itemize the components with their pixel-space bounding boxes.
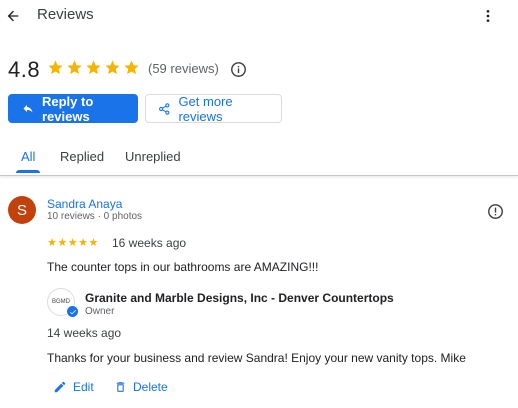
review-count: (59 reviews) <box>148 61 219 76</box>
tabs-divider <box>0 175 518 176</box>
report-flag-icon <box>487 203 503 219</box>
review-age: 16 weeks ago <box>112 236 187 250</box>
business-name: Granite and Marble Designs, Inc - Denver… <box>85 291 394 305</box>
get-more-reviews-button[interactable]: Get more reviews <box>145 93 282 124</box>
reply-to-reviews-label: Reply to reviews <box>41 93 94 124</box>
edit-label: Edit <box>73 380 94 394</box>
review-text: The counter tops in our bathrooms are AM… <box>47 260 319 274</box>
reply-to-reviews-button[interactable]: Reply to reviews <box>8 93 138 124</box>
verified-badge <box>66 305 79 318</box>
more-vert-icon <box>486 10 490 22</box>
arrow-back-icon <box>7 10 19 22</box>
tab-all[interactable]: All <box>21 149 35 164</box>
star-icon <box>67 60 82 75</box>
active-tab-indicator <box>16 170 40 173</box>
info-icon <box>230 61 246 77</box>
rating-stars <box>47 59 140 76</box>
star-icon <box>86 60 101 75</box>
owner-label: Owner <box>85 306 115 317</box>
reviewer-name[interactable]: Sandra Anaya <box>47 197 122 211</box>
reviewer-meta: 10 reviews · 0 photos <box>47 211 143 222</box>
delete-label: Delete <box>133 380 168 394</box>
pencil-icon <box>54 381 66 393</box>
business-logo-text: BGMD <box>52 299 70 305</box>
review-stars: ★★★★★ <box>47 237 99 249</box>
more-options-button[interactable] <box>478 5 498 27</box>
page-title: Reviews <box>37 6 94 23</box>
delete-reply-button[interactable]: Delete <box>114 380 168 394</box>
reviewer-avatar[interactable]: S <box>8 196 36 224</box>
tab-replied[interactable]: Replied <box>60 149 104 164</box>
check-icon <box>69 309 76 314</box>
report-review-button[interactable] <box>485 201 505 221</box>
get-more-reviews-label: Get more reviews <box>178 93 233 124</box>
tab-unreplied[interactable]: Unreplied <box>125 149 181 164</box>
star-icon <box>105 60 120 75</box>
back-button[interactable] <box>2 5 24 27</box>
edit-reply-button[interactable]: Edit <box>53 380 94 394</box>
rating-info-button[interactable] <box>229 60 247 78</box>
reply-icon <box>23 105 33 113</box>
share-icon <box>159 102 170 115</box>
average-rating: 4.8 <box>8 57 41 82</box>
trash-icon <box>116 382 125 392</box>
reply-text: Thanks for your business and review Sand… <box>47 351 466 365</box>
star-icon <box>124 60 139 75</box>
reply-age: 14 weeks ago <box>47 326 122 340</box>
star-icon <box>48 60 63 75</box>
